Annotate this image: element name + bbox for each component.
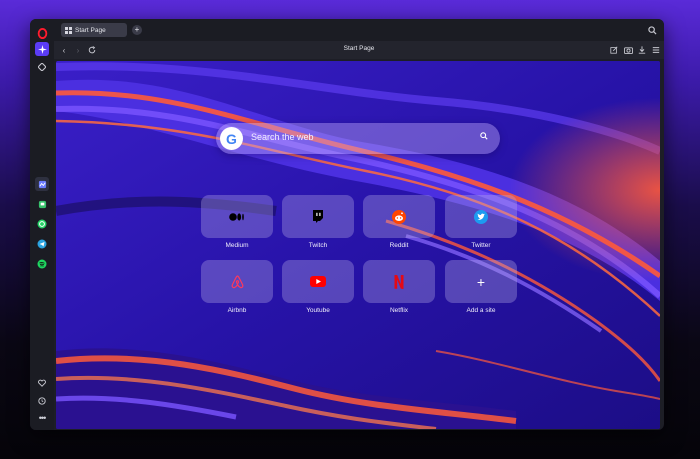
camera-icon[interactable] bbox=[622, 44, 634, 56]
more-options-icon[interactable]: ••• bbox=[35, 411, 49, 425]
speed-dial-youtube[interactable] bbox=[282, 260, 354, 303]
wallpaper bbox=[56, 61, 660, 429]
tab-bar: Start Page + bbox=[54, 19, 664, 41]
add-site-button[interactable]: + bbox=[445, 260, 517, 303]
speed-dial-medium[interactable] bbox=[201, 195, 273, 238]
whatsapp-icon[interactable] bbox=[35, 217, 49, 231]
speed-dial-twitter[interactable] bbox=[445, 195, 517, 238]
back-icon[interactable]: ‹ bbox=[58, 44, 70, 56]
twitter-icon bbox=[474, 209, 488, 224]
speed-dial-label: Twitch bbox=[308, 242, 328, 249]
forward-icon[interactable]: › bbox=[72, 44, 84, 56]
search-tabs-icon[interactable] bbox=[646, 24, 658, 36]
speed-dial-reddit[interactable] bbox=[363, 195, 435, 238]
grid-icon bbox=[65, 26, 72, 34]
heart-icon[interactable] bbox=[35, 376, 49, 390]
download-icon[interactable] bbox=[636, 44, 648, 56]
speed-dial-airbnb[interactable] bbox=[201, 260, 273, 303]
speed-dial-netflix[interactable] bbox=[363, 260, 435, 303]
sidebar: ••• bbox=[30, 19, 54, 430]
search-placeholder: Search the web bbox=[251, 132, 314, 142]
speed-dial-twitch[interactable] bbox=[282, 195, 354, 238]
edit-icon[interactable] bbox=[608, 44, 620, 56]
speed-dial-label: Netflix bbox=[389, 307, 409, 314]
aria-ai-icon[interactable] bbox=[35, 42, 49, 56]
spotify-icon[interactable] bbox=[35, 257, 49, 271]
medium-icon bbox=[229, 212, 244, 221]
start-page: G Search the web Medium Twitch Reddit Tw… bbox=[56, 61, 660, 429]
tab-label: Start Page bbox=[75, 26, 106, 34]
diamond-icon[interactable] bbox=[35, 60, 49, 74]
browser-window: ••• Start Page + ‹ › Start Page G Search… bbox=[30, 19, 664, 430]
search-box[interactable]: G Search the web bbox=[216, 123, 500, 154]
address-bar[interactable]: Start Page bbox=[344, 45, 375, 52]
speed-dial-label: Twitter bbox=[471, 242, 491, 249]
reload-icon[interactable] bbox=[86, 44, 98, 56]
plus-icon: + bbox=[476, 273, 486, 290]
search-icon[interactable] bbox=[480, 132, 488, 142]
tab-start-page[interactable]: Start Page bbox=[61, 23, 127, 37]
messenger-app-icon[interactable] bbox=[35, 197, 49, 211]
telegram-icon[interactable] bbox=[35, 237, 49, 251]
google-logo-icon: G bbox=[220, 127, 243, 150]
airbnb-icon bbox=[231, 274, 243, 288]
twitch-icon bbox=[313, 210, 323, 223]
toolbar: ‹ › Start Page bbox=[54, 41, 664, 59]
plus-icon: + bbox=[134, 25, 140, 34]
history-icon[interactable] bbox=[35, 394, 49, 408]
youtube-icon bbox=[310, 276, 326, 287]
new-tab-button[interactable]: + bbox=[132, 25, 142, 35]
netflix-icon bbox=[394, 274, 404, 289]
easy-setup-icon[interactable] bbox=[650, 44, 662, 56]
speed-dial-label: Youtube bbox=[306, 307, 330, 314]
speed-dial-label: Add a site bbox=[466, 307, 496, 314]
speed-dial-label: Medium bbox=[225, 242, 249, 249]
workspace-icon[interactable] bbox=[35, 177, 49, 191]
speed-dial-label: Reddit bbox=[389, 242, 409, 249]
reddit-icon bbox=[392, 209, 406, 224]
speed-dial-label: Airbnb bbox=[227, 307, 247, 314]
opera-logo-icon[interactable] bbox=[35, 26, 49, 40]
